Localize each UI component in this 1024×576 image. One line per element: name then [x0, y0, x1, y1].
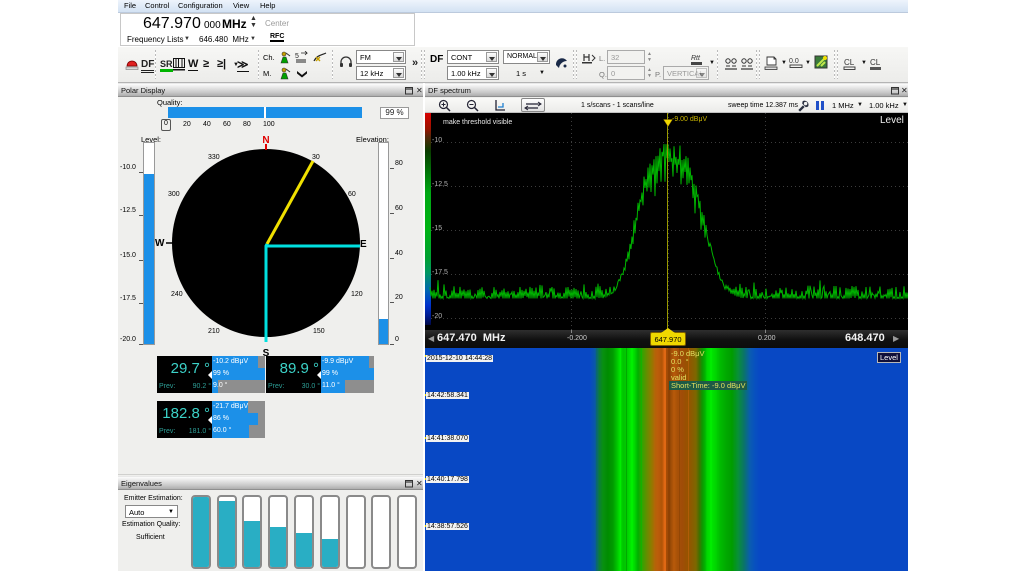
- svg-text:30: 30: [312, 154, 320, 161]
- svg-text:240: 240: [171, 291, 183, 298]
- svg-text:60: 60: [348, 191, 356, 198]
- svg-text:210: 210: [208, 328, 220, 335]
- svg-text:5: 5: [295, 53, 299, 60]
- svg-text:330: 330: [208, 154, 220, 161]
- svg-text:150: 150: [313, 328, 325, 335]
- svg-text:300: 300: [168, 191, 180, 198]
- svg-text:0.0: 0.0: [789, 58, 799, 65]
- svg-text:CL: CL: [870, 58, 881, 67]
- svg-text:120: 120: [351, 291, 363, 298]
- svg-text:Rtt: Rtt: [691, 55, 701, 62]
- svg-text:E: E: [360, 239, 367, 250]
- svg-text:CL: CL: [844, 58, 855, 67]
